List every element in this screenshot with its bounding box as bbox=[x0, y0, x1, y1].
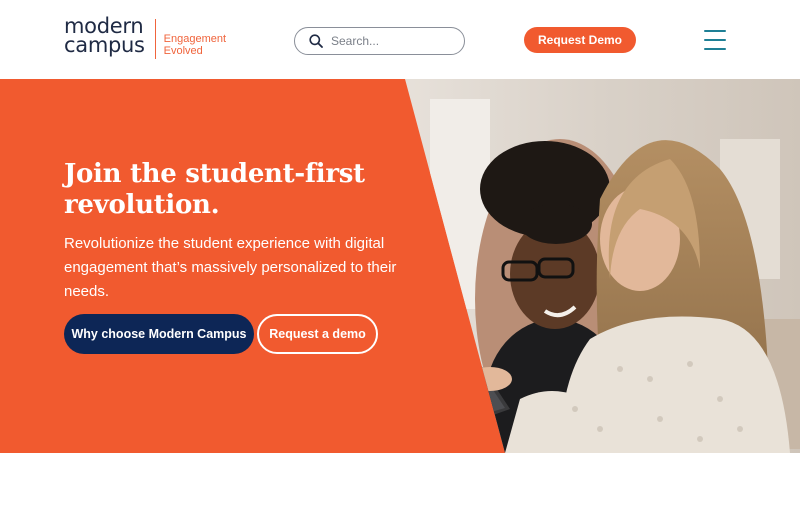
modern-campus-logo[interactable]: modern campus Engagement Evolved bbox=[64, 16, 226, 59]
hero-section: Join the student-first revolution. Revol… bbox=[0, 79, 800, 453]
site-header: modern campus Engagement Evolved Request… bbox=[0, 0, 800, 79]
logo-wordmark: modern campus bbox=[64, 16, 145, 57]
hero-title: Join the student-first revolution. bbox=[64, 159, 365, 220]
search-icon[interactable] bbox=[309, 34, 323, 48]
search-box[interactable] bbox=[294, 27, 465, 55]
search-input[interactable] bbox=[331, 34, 451, 48]
why-choose-button[interactable]: Why choose Modern Campus bbox=[64, 314, 254, 354]
hero-subtitle: Revolutionize the student experience wit… bbox=[64, 235, 397, 300]
logo-tagline-2: Evolved bbox=[163, 45, 203, 57]
logo-divider bbox=[154, 19, 156, 59]
logo-tagline: Engagement Evolved bbox=[164, 33, 226, 57]
request-a-demo-button[interactable]: Request a demo bbox=[257, 314, 378, 354]
logo-tagline-1: Engagement bbox=[163, 33, 227, 45]
hamburger-menu-icon[interactable] bbox=[704, 30, 726, 50]
logo-line-2: campus bbox=[64, 33, 145, 57]
request-demo-button[interactable]: Request Demo bbox=[524, 27, 636, 53]
